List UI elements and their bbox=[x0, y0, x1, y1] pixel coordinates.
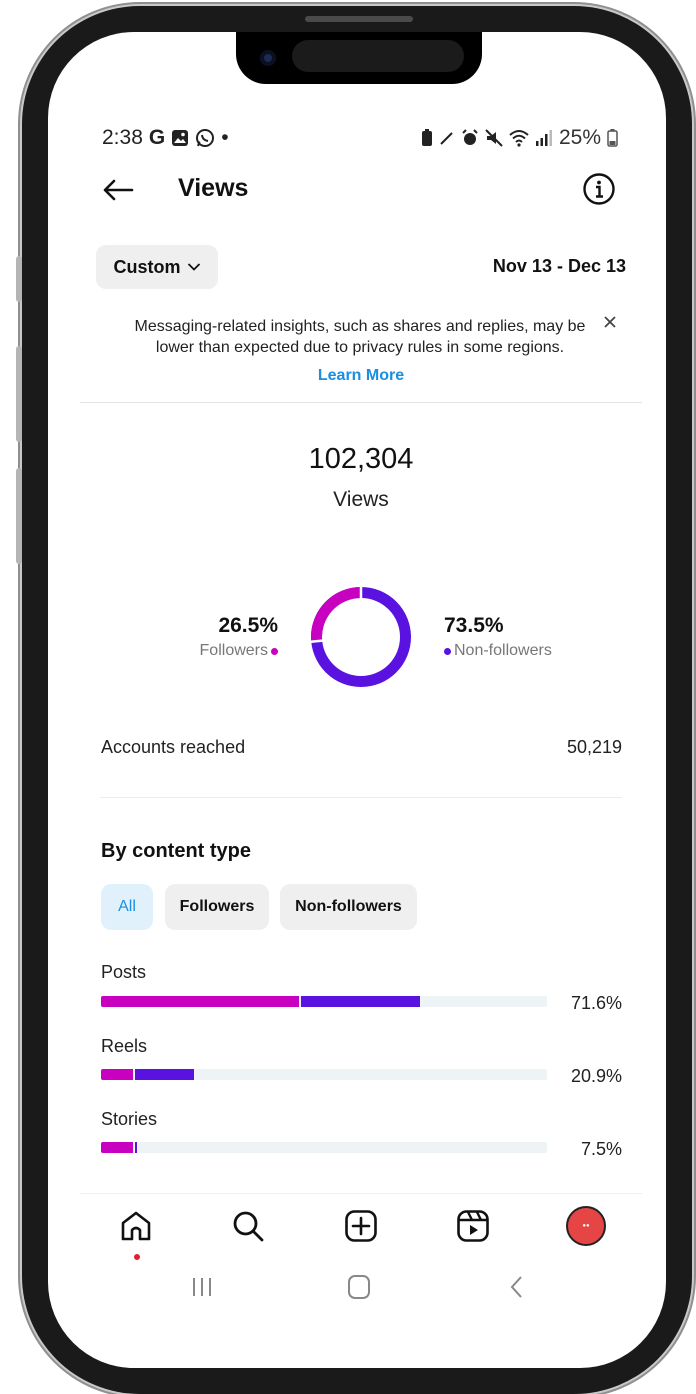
chip-followers[interactable]: Followers bbox=[165, 884, 269, 930]
content-row-percent: 7.5% bbox=[580, 1139, 622, 1159]
alarm-icon bbox=[462, 129, 478, 145]
side-button bbox=[16, 346, 22, 442]
back-arrow-icon[interactable] bbox=[100, 172, 136, 208]
wifi-icon bbox=[509, 130, 529, 147]
privacy-notice-text: Messaging-related insights, such as shar… bbox=[134, 318, 586, 356]
back-button-icon[interactable] bbox=[502, 1272, 532, 1302]
bar-non-followers-segment bbox=[301, 996, 421, 1007]
home-icon[interactable] bbox=[118, 1208, 154, 1244]
bar-followers-segment bbox=[101, 996, 300, 1007]
total-views-value: 102,304 bbox=[308, 443, 414, 475]
accounts-reached-label: Accounts reached bbox=[101, 737, 246, 757]
create-icon[interactable] bbox=[343, 1208, 379, 1244]
signal-icon bbox=[535, 130, 552, 146]
search-icon[interactable] bbox=[230, 1208, 266, 1244]
pen-icon bbox=[440, 132, 453, 145]
divider bbox=[80, 402, 642, 403]
content-row-bar bbox=[101, 996, 547, 1007]
info-icon[interactable] bbox=[582, 172, 616, 206]
chip-non-followers[interactable]: Non-followers bbox=[280, 884, 417, 930]
battery-percent: 25% bbox=[558, 126, 601, 149]
home-notification-dot bbox=[134, 1254, 140, 1260]
google-icon: G bbox=[148, 126, 166, 149]
non-followers-legend: Non-followers bbox=[444, 642, 552, 660]
bar-non-followers-segment bbox=[135, 1142, 138, 1153]
divider bbox=[80, 1193, 642, 1194]
bar-followers-segment bbox=[101, 1142, 134, 1153]
non-followers-percent: 73.5% bbox=[444, 614, 504, 637]
total-views-label: Views bbox=[333, 488, 389, 511]
non-followers-legend-label: Non-followers bbox=[454, 642, 552, 659]
section-title: By content type bbox=[101, 840, 252, 862]
status-time: 2:38 bbox=[102, 126, 143, 149]
side-button bbox=[16, 256, 22, 302]
battery-saver-icon bbox=[421, 129, 432, 146]
donut-followers-arc bbox=[311, 587, 362, 642]
content-row-label: Stories bbox=[101, 1109, 158, 1129]
speaker bbox=[305, 16, 413, 22]
divider bbox=[100, 797, 622, 798]
content-row-percent: 71.6% bbox=[570, 993, 622, 1013]
gallery-icon bbox=[172, 130, 189, 146]
bar-followers-segment bbox=[101, 1069, 134, 1080]
followers-donut-chart bbox=[309, 585, 411, 687]
recent-apps-icon[interactable] bbox=[187, 1272, 217, 1302]
content-row-percent: 20.9% bbox=[570, 1066, 622, 1086]
chip-all[interactable]: All bbox=[101, 884, 153, 930]
status-bar-right: 25% bbox=[421, 126, 618, 150]
donut-gap bbox=[309, 639, 324, 644]
bar-non-followers-segment bbox=[135, 1069, 195, 1080]
followers-legend: Followers bbox=[150, 642, 278, 660]
reels-icon[interactable] bbox=[455, 1208, 491, 1244]
chevron-down-icon bbox=[187, 263, 200, 271]
status-bar-left: 2:38 G • bbox=[102, 126, 229, 150]
followers-legend-dot bbox=[271, 647, 278, 655]
home-button-icon[interactable] bbox=[344, 1272, 374, 1302]
page-title: Views bbox=[178, 174, 249, 202]
learn-more-link[interactable]: Learn More bbox=[0, 367, 696, 385]
avatar-image: ●● bbox=[582, 1223, 590, 1229]
camera-notch bbox=[236, 32, 482, 84]
front-camera bbox=[260, 50, 276, 66]
whatsapp-icon bbox=[196, 129, 215, 147]
date-filter-dropdown[interactable]: Custom bbox=[96, 245, 218, 289]
screen bbox=[48, 32, 666, 1368]
sensor-pill bbox=[292, 40, 464, 72]
content-row-bar bbox=[101, 1142, 547, 1153]
profile-avatar[interactable]: ●● bbox=[566, 1206, 606, 1246]
close-icon[interactable] bbox=[600, 312, 620, 332]
content-row-bar bbox=[101, 1069, 547, 1080]
date-range: Nov 13 - Dec 13 bbox=[492, 256, 626, 276]
side-button bbox=[16, 468, 22, 564]
battery-icon bbox=[607, 129, 618, 147]
followers-legend-label: Followers bbox=[199, 642, 268, 659]
mute-icon bbox=[485, 129, 503, 147]
non-followers-legend-dot bbox=[444, 647, 451, 655]
notification-dot: • bbox=[221, 126, 229, 149]
content-row-label: Reels bbox=[101, 1036, 148, 1056]
accounts-reached-value: 50,219 bbox=[566, 737, 622, 757]
followers-percent: 26.5% bbox=[218, 614, 278, 637]
content-row-label: Posts bbox=[101, 962, 147, 982]
date-filter-label: Custom bbox=[113, 256, 181, 277]
